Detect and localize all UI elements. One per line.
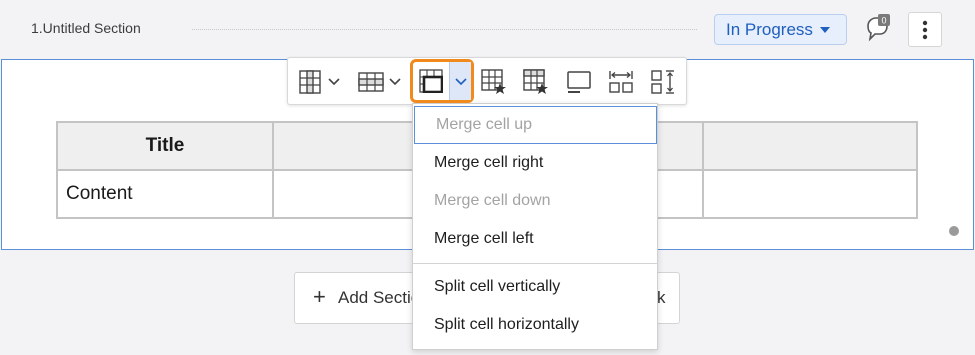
table-caption-icon xyxy=(567,71,591,93)
status-label: In Progress xyxy=(726,19,813,39)
table-caption-button[interactable] xyxy=(566,68,592,96)
chevron-down-icon xyxy=(328,78,340,86)
distribute-columns-button[interactable] xyxy=(608,68,634,96)
merge-cells-button[interactable] xyxy=(410,59,474,103)
caret-down-icon xyxy=(819,26,830,33)
insert-column-icon xyxy=(299,70,321,94)
comment-icon: 0 xyxy=(867,14,890,42)
column-header-icon xyxy=(481,69,506,94)
merge-cells-icon xyxy=(419,69,443,93)
add-section-label: Add Section xyxy=(338,288,412,307)
insert-column-button[interactable] xyxy=(299,68,341,96)
table-cell[interactable] xyxy=(702,169,918,219)
kebab-menu-icon xyxy=(922,20,928,39)
table-cell[interactable] xyxy=(702,121,918,171)
section-title: 1.Untitled Section xyxy=(31,20,141,36)
menu-item-merge-cell-down[interactable]: Merge cell down xyxy=(413,182,657,220)
table-toolbar xyxy=(287,57,687,105)
comments-button[interactable]: 0 xyxy=(864,14,892,44)
resize-handle[interactable] xyxy=(949,226,959,236)
row-header-icon xyxy=(523,69,548,94)
menu-divider xyxy=(413,263,657,264)
menu-item-merge-cell-up[interactable]: Merge cell up xyxy=(414,106,657,144)
plus-icon: + xyxy=(313,284,326,309)
header-dotted-divider xyxy=(192,29,697,30)
menu-item-merge-cell-left[interactable]: Merge cell left xyxy=(413,220,657,258)
chevron-down-icon xyxy=(389,78,401,86)
column-header-button[interactable] xyxy=(481,68,507,96)
table-cell[interactable]: Title xyxy=(56,121,274,171)
menu-item-merge-cell-right[interactable]: Merge cell right xyxy=(413,144,657,182)
insert-row-icon xyxy=(358,72,384,92)
distribute-columns-icon xyxy=(609,71,633,93)
chevron-down-icon xyxy=(455,78,467,86)
menu-item-split-cell-horizontally[interactable]: Split cell horizontally xyxy=(413,306,657,344)
status-dropdown[interactable]: In Progress xyxy=(714,14,847,45)
section-header: 1.Untitled Section In Progress 0 xyxy=(0,0,975,58)
menu-item-split-cell-vertically[interactable]: Split cell vertically xyxy=(413,268,657,306)
more-options-button[interactable] xyxy=(908,12,942,47)
distribute-rows-button[interactable] xyxy=(650,68,676,96)
comment-count-badge: 0 xyxy=(881,16,886,26)
merge-cells-menu: Merge cell up Merge cell right Merge cel… xyxy=(412,103,658,350)
merge-cells-dropdown-toggle[interactable] xyxy=(449,62,471,100)
insert-row-button[interactable] xyxy=(358,68,402,96)
table-cell[interactable]: Content xyxy=(56,169,274,219)
row-header-button[interactable] xyxy=(523,68,549,96)
add-button-trailing-text: k xyxy=(657,288,666,307)
distribute-rows-icon xyxy=(651,70,674,94)
